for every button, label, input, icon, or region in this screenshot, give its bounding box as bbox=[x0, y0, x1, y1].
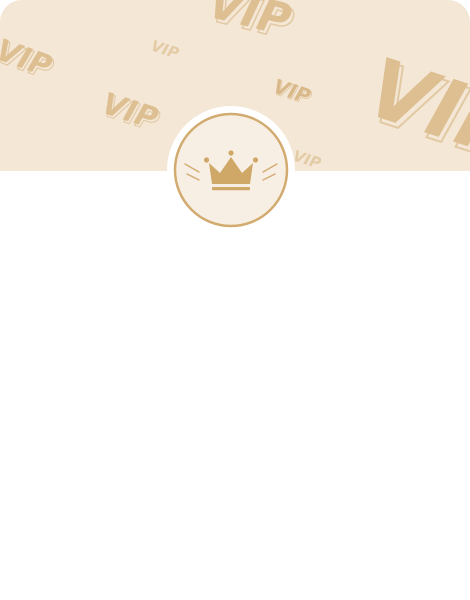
card-content-area bbox=[0, 236, 470, 600]
vip-badge bbox=[166, 105, 296, 235]
vip-badge-graphic bbox=[167, 106, 295, 234]
vip-card: VIP VIP VIP VIP VIP VIP VIP VIP VIP VIP … bbox=[0, 0, 470, 600]
